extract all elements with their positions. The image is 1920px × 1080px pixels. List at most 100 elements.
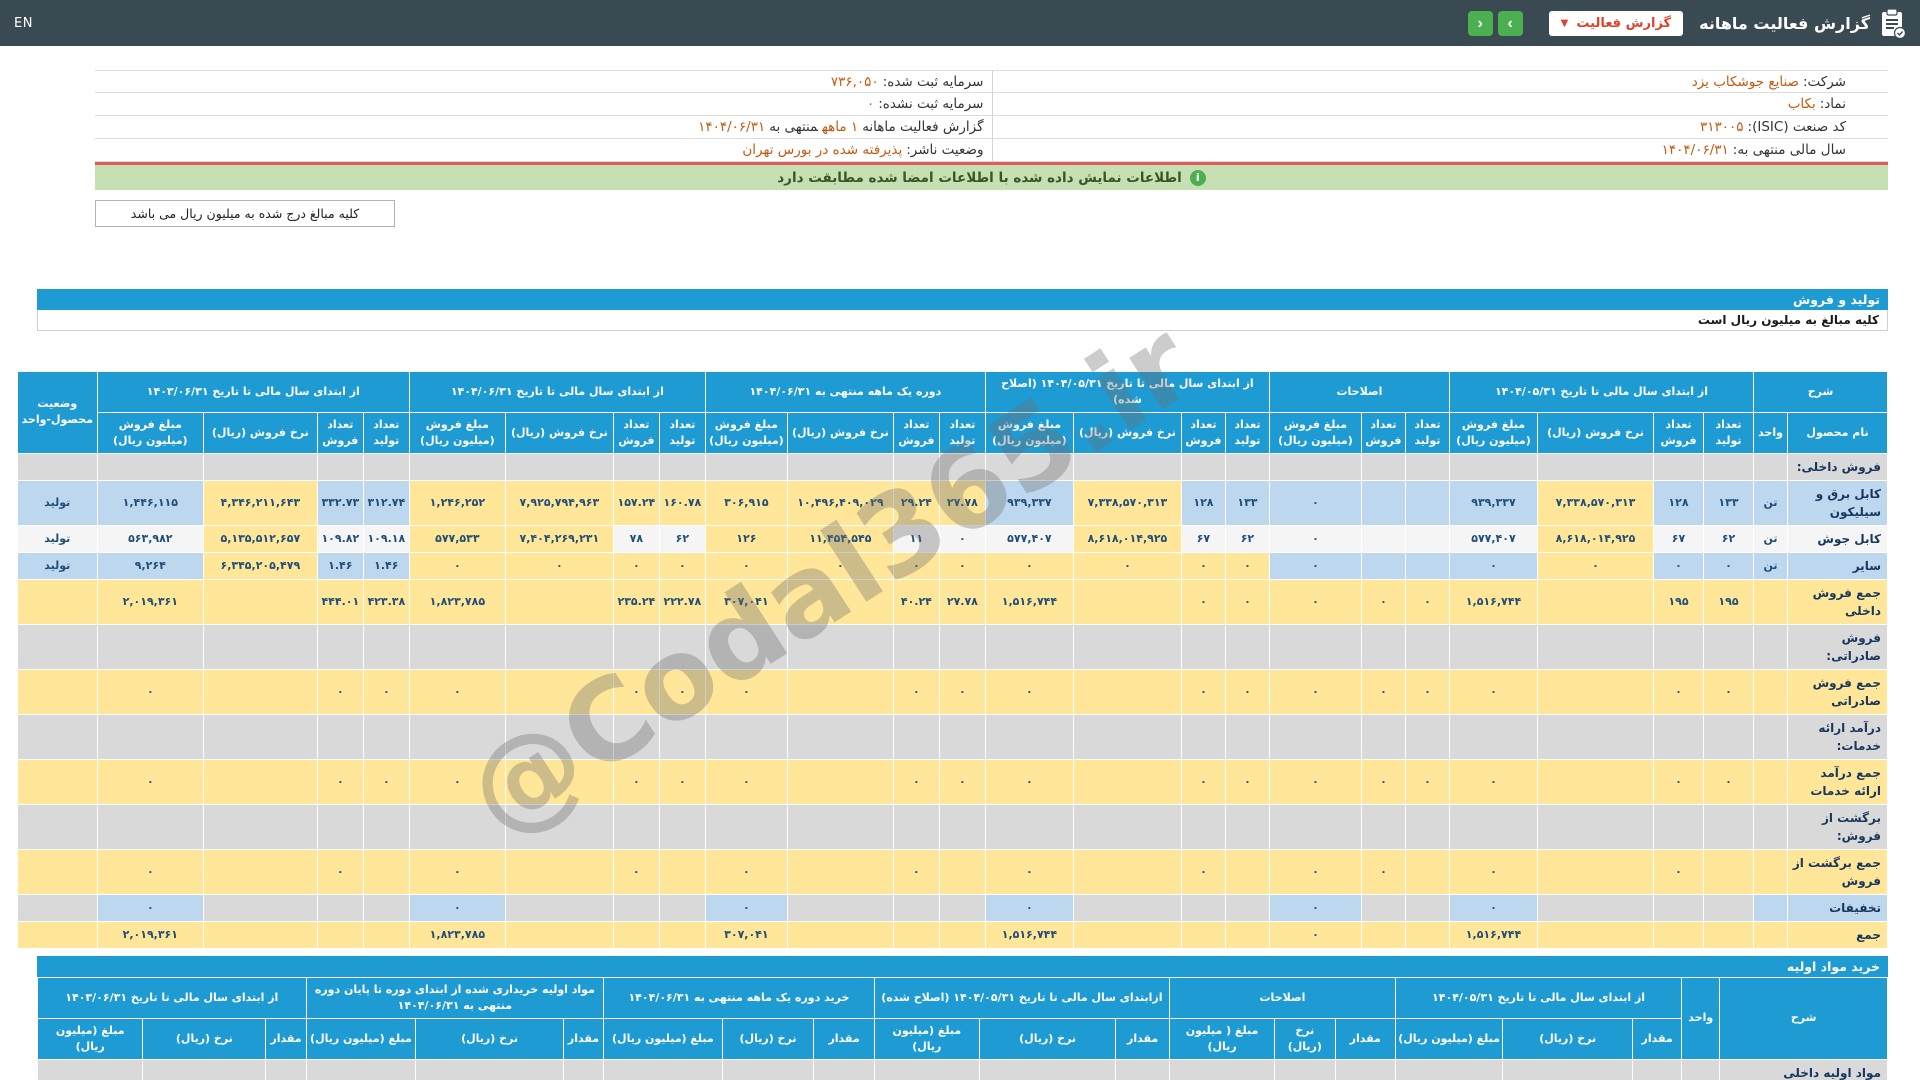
cell: ۰ [362, 668, 410, 715]
cell: ۱۳۳ [1703, 479, 1754, 526]
info-label: سرمایه ثبت شده: [882, 74, 984, 90]
cell: جمع [1787, 920, 1888, 949]
column-header: مبلغ (میلیون ریال) [603, 1017, 723, 1060]
cell: ۷,۴۰۴,۲۶۹,۲۳۱ [504, 524, 614, 553]
cell [202, 452, 318, 481]
next-report-button[interactable]: › [1497, 10, 1523, 36]
cell [1404, 524, 1450, 553]
cell: ۶۲ [658, 524, 706, 553]
cell [408, 623, 506, 670]
cell: ۳۰۷,۰۴۱ [704, 920, 788, 949]
cell [16, 668, 98, 715]
cell: ۰ [704, 668, 788, 715]
million-rial-note: کلیه مبالغ درج شده به میلیون ریال می باش… [95, 200, 395, 227]
cell: ۰ [1703, 668, 1754, 715]
cell: ۰ [1360, 668, 1406, 715]
info-row: نماد:بکاب [992, 93, 1888, 116]
column-header: مبلغ فروش (میلیون ریال) [96, 411, 204, 454]
cell [1180, 452, 1226, 481]
info-value: پذیرفته شده در بورس تهران [742, 142, 903, 158]
cell: ۶۷ [1180, 524, 1226, 553]
cell [1404, 920, 1450, 949]
report-type-label: گزارش فعالیت [1576, 15, 1672, 31]
cell: ۲۳۵.۲۴ [612, 578, 660, 625]
cell [504, 578, 614, 625]
cell [1115, 1058, 1170, 1080]
cell [658, 452, 706, 481]
column-header: نرخ (ریال) [142, 1017, 267, 1060]
column-header: مبلغ فروش (میلیون ریال) [408, 411, 506, 454]
column-group-header: از ابتدای سال مالی تا تاریخ ۱۴۰۳/۰۶/۳۱ [96, 371, 410, 413]
cell [562, 1058, 605, 1080]
cell [1268, 452, 1362, 481]
raw-material-purchase-table: شرح واحد از ابتدای سال مالی تا تاریخ ۱۴۰۴/… [36, 976, 1888, 1080]
cell: ۰ [612, 758, 660, 805]
cell [1360, 524, 1406, 553]
cell [202, 668, 318, 715]
company-info-left-column: سرمایه ثبت شده:۷۳۶,۰۵۰ سرمایه ثبت نشده:۰ گ… [95, 70, 992, 162]
cell: تولید [16, 479, 98, 526]
cell [202, 623, 318, 670]
cell [938, 452, 986, 481]
cell [202, 803, 318, 850]
cell [1224, 623, 1270, 670]
cell [1072, 713, 1182, 760]
cell: ۱۰۹.۱۸ [362, 524, 410, 553]
cell [1072, 668, 1182, 715]
report-content: تولید و فروش کلیه مبالغ به میلیون ریال ا… [16, 289, 1888, 1080]
cell [1168, 1058, 1276, 1080]
cell: ۳۳۲.۷۳ [316, 479, 364, 526]
cell [362, 623, 410, 670]
cell [984, 713, 1074, 760]
cell [1753, 668, 1788, 715]
info-value: ۱۴۰۴/۰۶/۳۱ [1661, 142, 1729, 158]
cell: ۰ [96, 848, 204, 895]
cell [1753, 893, 1788, 922]
signature-match-banner: i اطلاعات نمایش داده شده با اطلاعات امضا… [95, 165, 1888, 190]
cell [612, 893, 660, 922]
table-row: جمع ۱,۵۱۶,۷۴۴ ۰ ۱,۵۱۶,۷۴۴ ۳۰۷,۰۴۱ ۱,۸۲۳,۷۸۵ ۲,… [16, 920, 1888, 949]
cell [362, 713, 410, 760]
info-label: منتهی به [769, 119, 818, 135]
cell [1653, 920, 1704, 949]
cell: ۰ [408, 551, 506, 580]
cell [1224, 920, 1270, 949]
report-type-dropdown[interactable]: گزارش فعالیت ▼ [1548, 10, 1684, 36]
language-toggle-en[interactable]: EN [14, 16, 33, 31]
cell [316, 893, 364, 922]
column-header: تعداد تولید [1404, 411, 1450, 454]
info-value: صنایع جوشکاب یزد [1691, 74, 1799, 90]
cell [1537, 668, 1654, 715]
cell [142, 1058, 267, 1080]
cell [786, 668, 894, 715]
cell: ۰ [96, 893, 204, 922]
cell [1537, 713, 1654, 760]
cell: ۰ [892, 551, 940, 580]
column-header: نرخ (ریال) [721, 1017, 815, 1060]
cell [16, 452, 98, 481]
column-header: نرخ (ریال) [415, 1017, 564, 1060]
cell [786, 803, 894, 850]
cell [316, 623, 364, 670]
cell: ۰ [96, 758, 204, 805]
cell [892, 713, 940, 760]
previous-report-button[interactable]: ‹ [1467, 10, 1493, 36]
cell [786, 623, 894, 670]
cell: ۱۳۳ [1224, 479, 1270, 526]
cell: ۰ [1224, 551, 1270, 580]
column-header: تعداد فروش [316, 411, 364, 454]
cell [938, 848, 986, 895]
cell: ۳۱۲.۷۴ [362, 479, 410, 526]
chevron-down-icon: ▼ [1560, 17, 1569, 29]
cell [504, 893, 614, 922]
cell: ۱۹۵ [1703, 578, 1754, 625]
info-label: شرکت: [1803, 74, 1846, 90]
cell: ۹۳۹,۳۳۷ [984, 479, 1074, 526]
cell [1537, 920, 1654, 949]
column-group-header: شرح [1753, 371, 1888, 413]
cell: ۰ [1360, 578, 1406, 625]
cell [316, 713, 364, 760]
cell: ۰ [504, 551, 614, 580]
table-row: جمع فروش صادراتی ۰ ۰ ۰ ۰ ۰ ۰ ۰ ۰ ۰ ۰ ۰ ۰ ۰ ۰ ۰ ۰ ۰ ۰ [16, 668, 1888, 715]
